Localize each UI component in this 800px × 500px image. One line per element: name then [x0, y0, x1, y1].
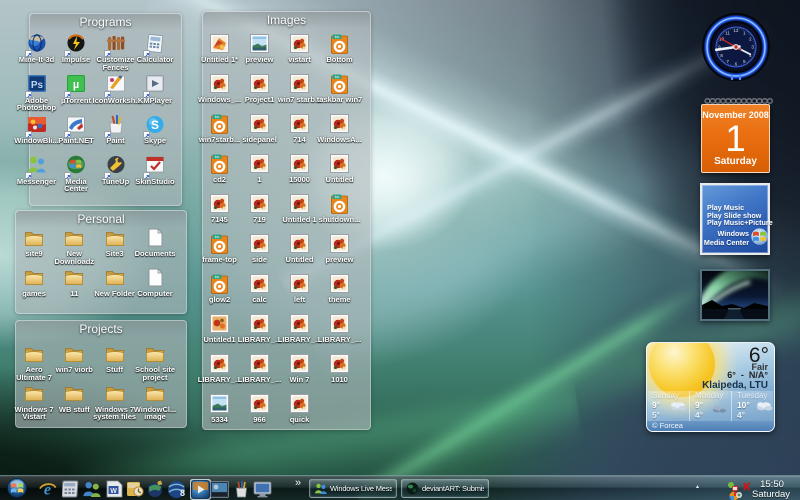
svg-text:12: 12 — [734, 28, 739, 33]
svg-text:ico: ico — [215, 235, 220, 239]
svg-text:ico: ico — [335, 35, 340, 39]
svg-text:ico: ico — [215, 115, 220, 119]
svg-text:Ps: Ps — [30, 80, 43, 91]
svg-text:ico: ico — [335, 75, 340, 79]
svg-text:ico: ico — [215, 275, 220, 279]
svg-text:µ: µ — [73, 79, 79, 91]
svg-text:ico: ico — [335, 195, 340, 199]
svg-text:W: W — [110, 488, 117, 495]
svg-text:11: 11 — [725, 30, 730, 35]
svg-text:ico: ico — [215, 155, 220, 159]
svg-text:S: S — [151, 118, 159, 132]
svg-text:8: 8 — [180, 488, 185, 498]
